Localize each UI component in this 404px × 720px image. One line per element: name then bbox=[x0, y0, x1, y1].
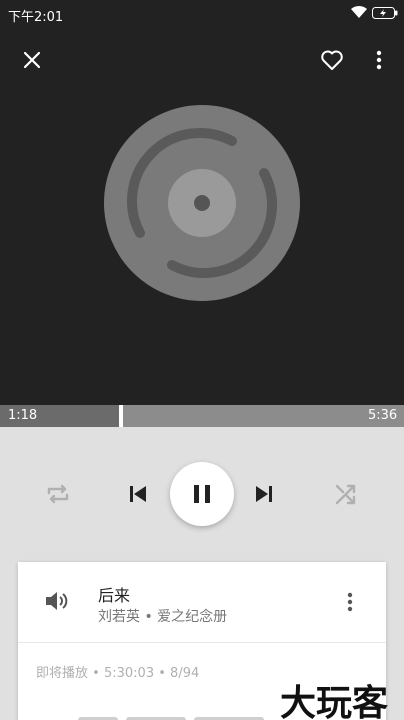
heart-icon bbox=[321, 50, 343, 70]
wifi-icon bbox=[350, 5, 368, 23]
close-icon bbox=[23, 51, 41, 69]
track-album: 爱之纪念册 bbox=[157, 609, 228, 625]
up-next-count: 8/94 bbox=[170, 666, 200, 681]
next-button[interactable] bbox=[246, 476, 282, 512]
track-subtitle: 刘若英 • 爱之纪念册 bbox=[98, 606, 227, 626]
vinyl-disc-icon bbox=[104, 105, 300, 301]
subtitle-separator: • bbox=[144, 609, 153, 625]
speaker-icon bbox=[44, 590, 68, 616]
album-art-area: 下午2:01 bbox=[0, 0, 404, 406]
up-next-header: 即将播放 • 5:30:03 • 8/94 bbox=[36, 666, 200, 681]
track-title: 后来 bbox=[98, 586, 131, 605]
pause-button[interactable] bbox=[170, 462, 234, 526]
up-next-label: 即将播放 bbox=[36, 666, 89, 681]
now-playing-row[interactable]: 后来 刘若英 • 爱之纪念册 bbox=[18, 562, 386, 642]
status-time: 下午2:01 bbox=[8, 10, 64, 25]
up-next-total-time: 5:30:03 bbox=[103, 666, 155, 681]
skip-next-icon bbox=[256, 486, 272, 502]
battery-icon bbox=[372, 7, 398, 23]
track-artist: 刘若英 bbox=[98, 609, 140, 625]
close-button[interactable] bbox=[12, 40, 52, 80]
divider bbox=[18, 642, 386, 643]
seek-bar-thumb[interactable] bbox=[119, 405, 123, 427]
more-options-button[interactable] bbox=[364, 40, 394, 80]
repeat-button[interactable] bbox=[40, 476, 76, 512]
status-bar: 下午2:01 bbox=[0, 0, 404, 28]
playback-controls bbox=[0, 428, 404, 558]
more-vert-icon bbox=[347, 592, 353, 612]
seek-bar[interactable]: 1:18 5:36 bbox=[0, 405, 404, 427]
previous-button[interactable] bbox=[120, 476, 156, 512]
duration: 5:36 bbox=[368, 408, 398, 423]
pause-icon bbox=[194, 485, 210, 503]
track-more-button[interactable] bbox=[336, 588, 364, 616]
shuffle-icon bbox=[335, 484, 356, 505]
list-item[interactable] bbox=[78, 708, 278, 720]
current-time: 1:18 bbox=[8, 408, 38, 423]
repeat-icon bbox=[47, 484, 69, 504]
skip-previous-icon bbox=[130, 486, 146, 502]
favorite-button[interactable] bbox=[312, 40, 352, 80]
shuffle-button[interactable] bbox=[328, 476, 364, 512]
watermark-text: 大玩客 bbox=[280, 683, 389, 720]
more-vert-icon bbox=[376, 50, 382, 70]
